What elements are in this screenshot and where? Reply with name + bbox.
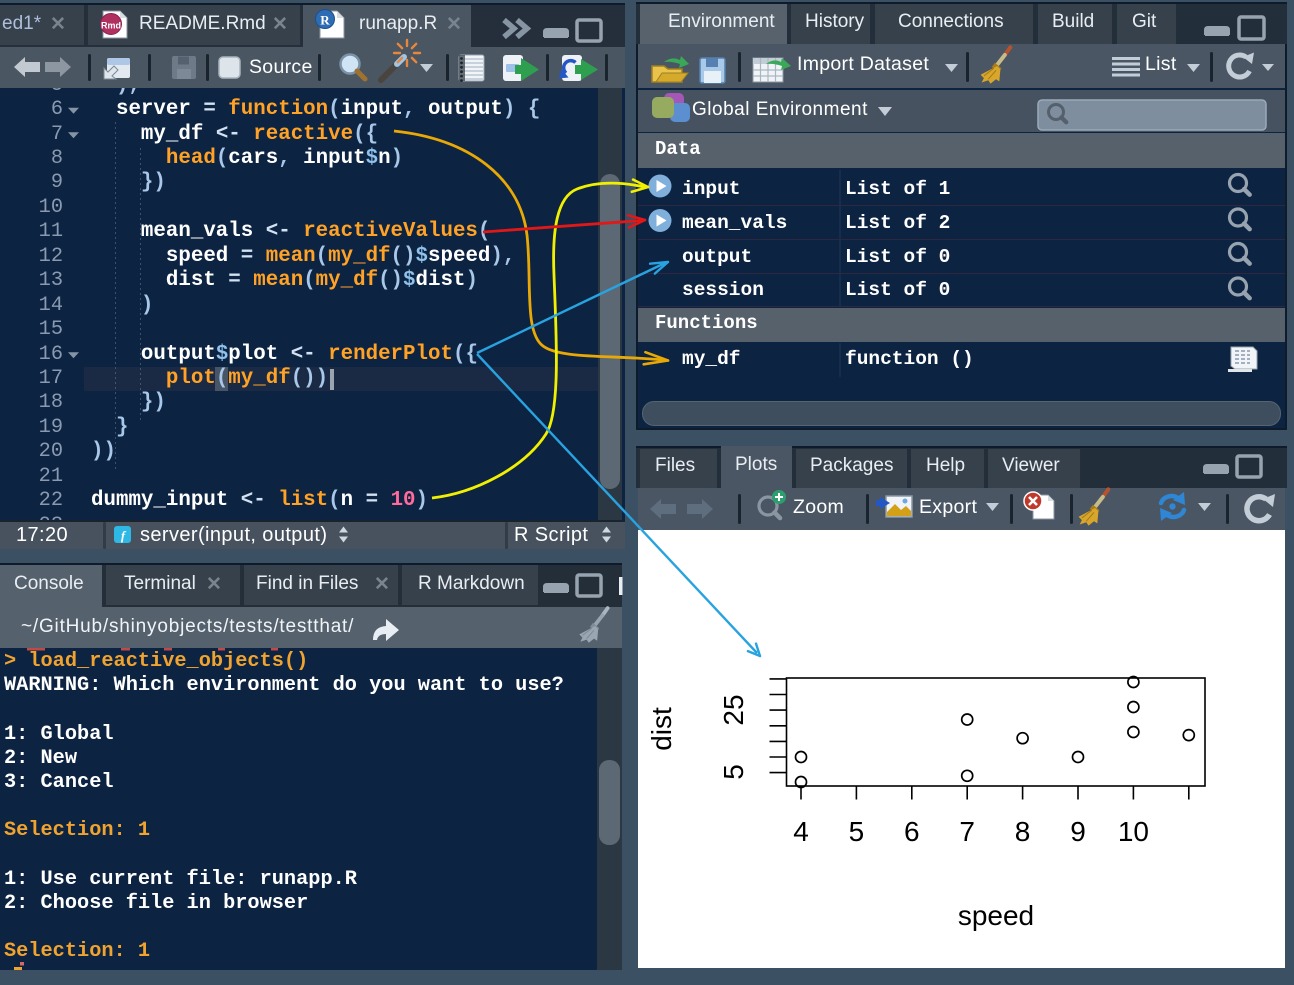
svg-text:dist: dist — [646, 707, 677, 751]
svg-text:10: 10 — [1118, 816, 1149, 847]
svg-text:6: 6 — [904, 816, 920, 847]
svg-text:25: 25 — [718, 694, 749, 725]
svg-text:speed: speed — [958, 900, 1034, 931]
svg-text:9: 9 — [1070, 816, 1086, 847]
svg-text:4: 4 — [793, 816, 809, 847]
svg-text:5: 5 — [718, 764, 749, 780]
svg-text:5: 5 — [849, 816, 865, 847]
svg-text:7: 7 — [959, 816, 975, 847]
svg-text:Rmd: Rmd — [101, 21, 121, 31]
svg-text:8: 8 — [1015, 816, 1031, 847]
svg-text:R: R — [320, 13, 330, 28]
